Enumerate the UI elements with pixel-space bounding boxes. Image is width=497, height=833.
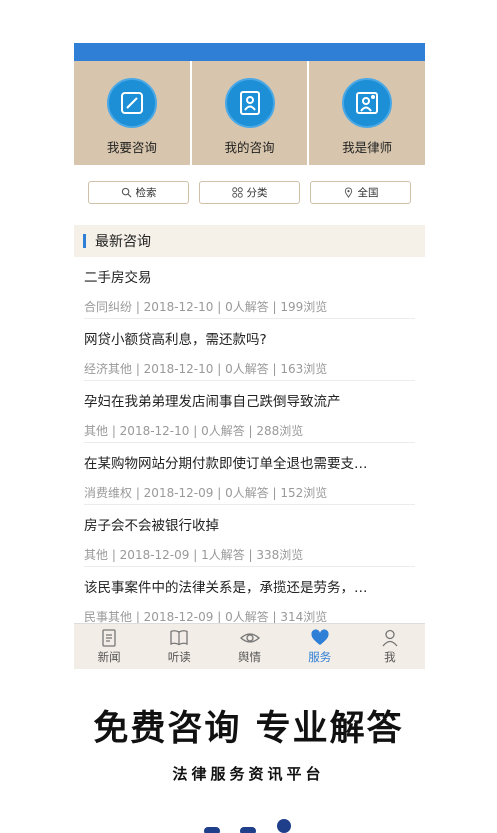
- edit-icon: [106, 78, 157, 128]
- category-filter-label: 分类: [246, 187, 268, 199]
- location-pin-icon: [344, 187, 352, 198]
- section-header: 最新咨询: [74, 225, 425, 257]
- consultation-title: 房子会不会被银行收掉: [84, 518, 219, 534]
- person-icon: [382, 629, 398, 646]
- list-item[interactable]: 网贷小额贷高利息，需还款吗? 经济其他 | 2018-12-10 | 0人解答 …: [84, 319, 415, 381]
- ask-consult-button[interactable]: 我要咨询: [74, 61, 192, 165]
- top-bar: [74, 43, 425, 61]
- tab-service[interactable]: 服务: [285, 624, 355, 669]
- consultation-title: 网贷小额贷高利息，需还款吗?: [84, 332, 267, 348]
- action-label: 我的咨询: [224, 140, 275, 155]
- book-icon: [170, 629, 188, 645]
- consultation-meta: 其他 | 2018-12-10 | 0人解答 | 288浏览: [84, 424, 304, 438]
- region-filter-label: 全国: [357, 187, 379, 199]
- heart-icon: [311, 628, 329, 645]
- consultation-list: 二手房交易 合同纠纷 | 2018-12-10 | 0人解答 | 199浏览 网…: [74, 257, 425, 629]
- list-item[interactable]: 孕妇在我弟弟理发店闹事自己跌倒导致流产 其他 | 2018-12-10 | 0人…: [84, 381, 415, 443]
- consultation-title: 在某购物网站分期付款即使订单全退也需要支…: [84, 456, 368, 472]
- consultation-title: 二手房交易: [84, 270, 152, 286]
- search-icon: [121, 187, 131, 198]
- list-item[interactable]: 二手房交易 合同纠纷 | 2018-12-10 | 0人解答 | 199浏览: [84, 257, 415, 319]
- section-title: 最新咨询: [95, 234, 151, 250]
- list-item[interactable]: 该民事案件中的法律关系是，承揽还是劳务，… 民事其他 | 2018-12-09 …: [84, 567, 415, 629]
- section-marker: [83, 234, 86, 248]
- app-screen: 我要咨询 我的咨询 我是律师 检索 分类 全国 最新咨询 二手房交易 合同纠纷 …: [74, 43, 425, 669]
- promo-headline: 免费咨询 专业解答: [93, 709, 404, 749]
- search-filter-label: 检索: [135, 187, 157, 199]
- consultation-meta: 其他 | 2018-12-09 | 1人解答 | 338浏览: [84, 548, 304, 562]
- action-label: 我要咨询: [106, 140, 157, 155]
- action-panel: 我要咨询 我的咨询 我是律师: [74, 61, 425, 165]
- i-am-lawyer-button[interactable]: 我是律师: [309, 61, 425, 165]
- document-icon: [102, 628, 116, 647]
- grid-icon: [231, 187, 243, 198]
- consultation-title: 孕妇在我弟弟理发店闹事自己跌倒导致流产: [84, 394, 341, 410]
- tab-opinion[interactable]: 舆情: [214, 624, 284, 669]
- people-graphic: [204, 819, 291, 833]
- consultation-meta: 合同纠纷 | 2018-12-10 | 0人解答 | 199浏览: [84, 300, 328, 314]
- eye-icon: [239, 632, 260, 643]
- profile-card-icon: [224, 78, 275, 128]
- action-label: 我是律师: [342, 140, 393, 155]
- bottom-tab-bar: 新闻 听读 舆情 服务 我: [74, 623, 425, 669]
- tab-label: 听读: [167, 649, 191, 664]
- category-filter-button[interactable]: 分类: [199, 181, 300, 204]
- consultation-meta: 消费维权 | 2018-12-09 | 0人解答 | 152浏览: [84, 486, 328, 500]
- region-filter-button[interactable]: 全国: [310, 181, 411, 204]
- promo-subline: 法律服务资讯平台: [172, 765, 325, 783]
- my-consult-button[interactable]: 我的咨询: [192, 61, 310, 165]
- consultation-meta: 经济其他 | 2018-12-10 | 0人解答 | 163浏览: [84, 362, 328, 376]
- search-filter-button[interactable]: 检索: [88, 181, 189, 204]
- filter-bar: 检索 分类 全国: [74, 165, 425, 225]
- tab-label: 服务: [308, 649, 332, 664]
- tab-listen[interactable]: 听读: [144, 624, 214, 669]
- list-item[interactable]: 房子会不会被银行收掉 其他 | 2018-12-09 | 1人解答 | 338浏…: [84, 505, 415, 567]
- tab-label: 我: [384, 649, 396, 664]
- tab-me[interactable]: 我: [355, 624, 425, 669]
- consultation-title: 该民事案件中的法律关系是，承揽还是劳务，…: [84, 580, 368, 596]
- lawyer-icon: [342, 78, 393, 128]
- tab-label: 舆情: [238, 649, 261, 664]
- tab-news[interactable]: 新闻: [74, 624, 144, 669]
- list-item[interactable]: 在某购物网站分期付款即使订单全退也需要支… 消费维权 | 2018-12-09 …: [84, 443, 415, 505]
- tab-label: 新闻: [97, 649, 121, 664]
